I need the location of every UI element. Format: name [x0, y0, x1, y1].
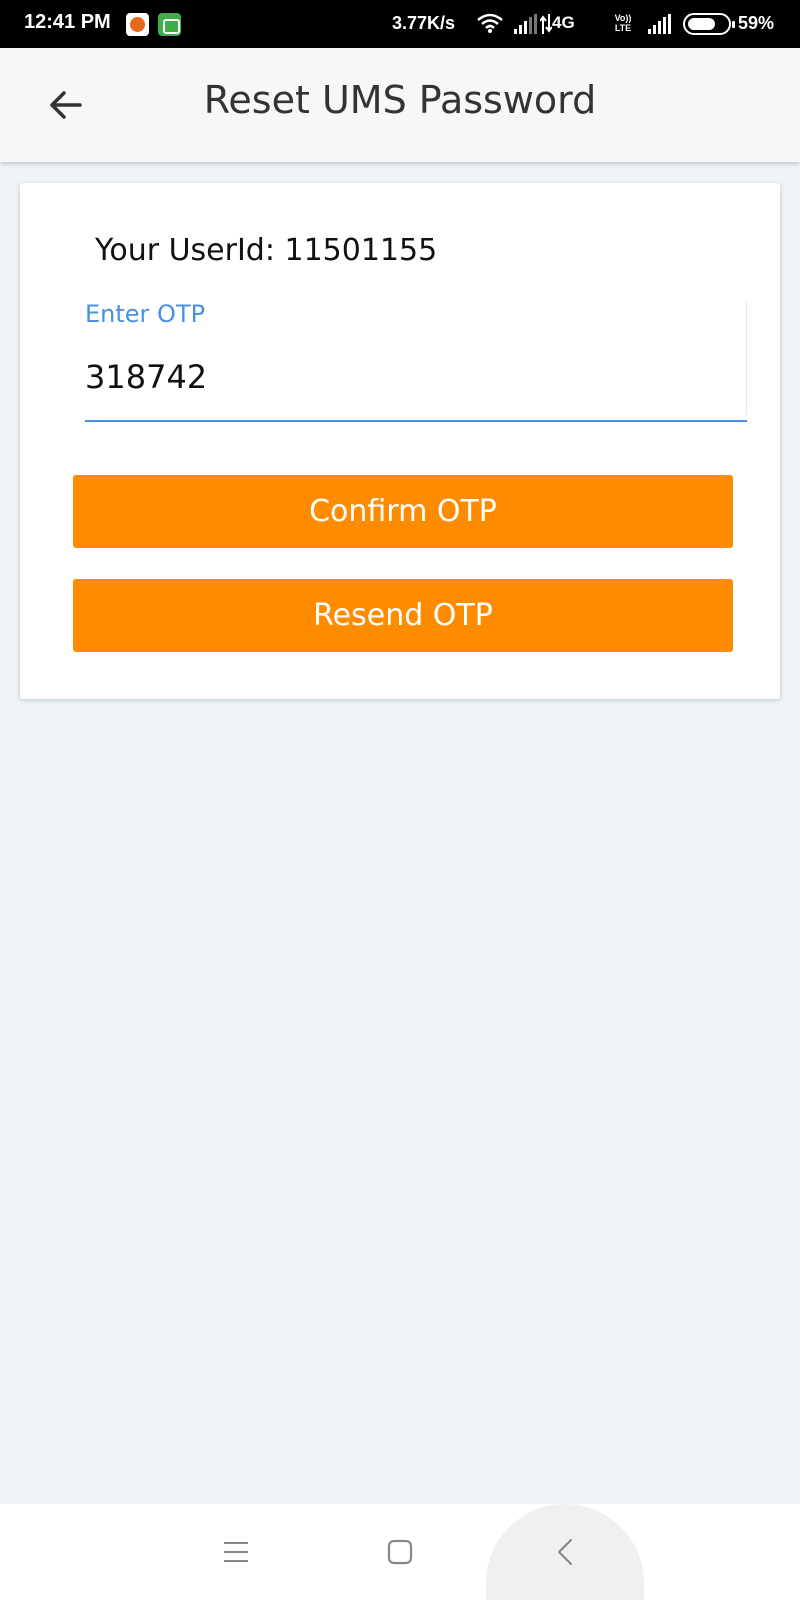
system-nav-bar: [0, 1504, 800, 1600]
signal-icon: [648, 14, 671, 34]
status-time: 12:41 PM: [24, 11, 111, 33]
user-id-text: Your UserId: 11501155: [95, 233, 438, 268]
status-bar: 12:41 PM 3.77K/s 4G Vo)) LTE 59%: [0, 0, 800, 48]
signal-icon: [514, 14, 537, 34]
data-type: 4G: [552, 13, 575, 32]
network-speed: 3.77K/s: [392, 13, 456, 33]
home-button[interactable]: [370, 1522, 430, 1582]
otp-field-label: Enter OTP: [85, 300, 206, 328]
reset-password-card: Your UserId: 11501155 Enter OTP Confirm …: [20, 183, 780, 699]
back-chevron-icon: [557, 1538, 573, 1566]
recents-button[interactable]: [206, 1522, 266, 1582]
app-notification-icon: [126, 13, 149, 36]
resend-otp-button[interactable]: Resend OTP: [73, 579, 733, 652]
wifi-icon: [477, 13, 503, 33]
page-title: Reset UMS Password: [203, 78, 597, 122]
app-bar: Reset UMS Password: [0, 48, 800, 162]
data-arrows-icon: [540, 14, 552, 34]
volte-indicator: Vo)) LTE: [614, 13, 632, 33]
battery-icon: [683, 13, 735, 35]
otp-input[interactable]: [85, 351, 747, 403]
confirm-otp-button[interactable]: Confirm OTP: [73, 475, 733, 548]
battery-percent: 59%: [738, 13, 775, 33]
menu-icon: [224, 1542, 248, 1562]
otp-field-underline: [85, 420, 747, 422]
home-square-icon: [387, 1539, 413, 1565]
system-back-button[interactable]: [486, 1504, 644, 1600]
app-notification-icon: [158, 13, 181, 36]
